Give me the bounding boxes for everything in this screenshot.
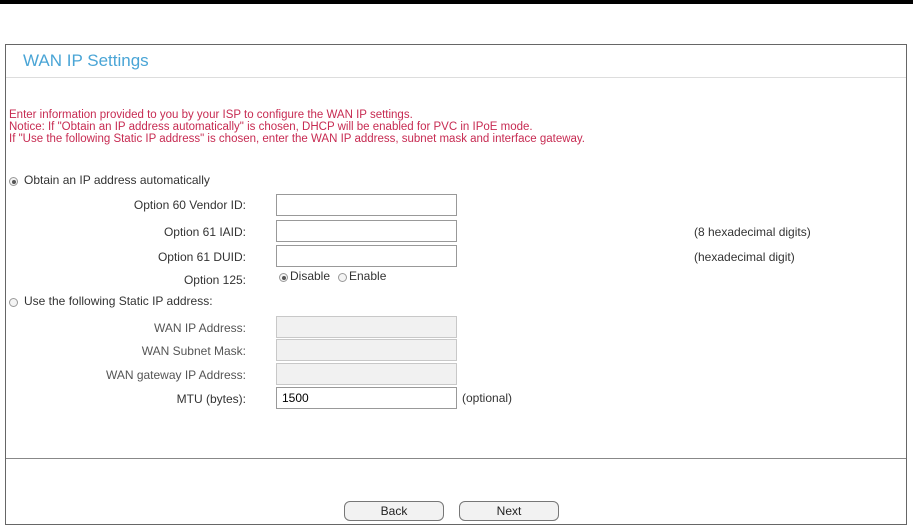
- gateway-label: WAN gateway IP Address:: [105, 368, 246, 382]
- page-title: WAN IP Settings: [23, 51, 149, 70]
- option60-vendor-id-input[interactable]: [276, 194, 457, 216]
- option61-duid-input[interactable]: [276, 245, 457, 267]
- mtu-hint: (optional): [462, 391, 513, 405]
- wan-ip-label: WAN IP Address:: [153, 321, 246, 335]
- back-button[interactable]: Back: [344, 501, 444, 521]
- title-divider: [6, 77, 906, 78]
- notice-line-2: Notice: If "Obtain an IP address automat…: [9, 121, 533, 133]
- option61-iaid-input[interactable]: [276, 220, 457, 242]
- wan-gateway-ip-input[interactable]: [276, 363, 457, 385]
- auto-ip-radio[interactable]: [9, 177, 18, 186]
- mtu-label: MTU (bytes):: [176, 392, 246, 406]
- option125-disable-label: Disable: [290, 269, 331, 283]
- static-ip-label: Use the following Static IP address:: [24, 294, 213, 308]
- wan-subnet-mask-input[interactable]: [276, 339, 457, 361]
- option60-label: Option 60 Vendor ID:: [133, 198, 246, 212]
- static-ip-radio[interactable]: [9, 298, 18, 307]
- mtu-input[interactable]: [276, 387, 457, 409]
- notice-line-3: If "Use the following Static IP address"…: [9, 133, 586, 145]
- auto-ip-label: Obtain an IP address automatically: [24, 173, 210, 187]
- bottom-divider: [6, 458, 906, 459]
- option125-enable-radio[interactable]: [338, 273, 347, 282]
- wan-ip-address-input[interactable]: [276, 316, 457, 338]
- option125-disable-radio[interactable]: [279, 273, 288, 282]
- option61-duid-label: Option 61 DUID:: [157, 250, 246, 264]
- next-button[interactable]: Next: [459, 501, 559, 521]
- option61-iaid-label: Option 61 IAID:: [163, 225, 246, 239]
- option125-enable-label: Enable: [349, 269, 387, 283]
- option125-label: Option 125:: [183, 273, 246, 287]
- notice-line-1: Enter information provided to you by you…: [9, 109, 413, 121]
- option61-iaid-hint: (8 hexadecimal digits): [694, 225, 811, 239]
- option61-duid-hint: (hexadecimal digit): [694, 250, 795, 264]
- wan-ip-settings-panel: WAN IP Settings Enter information provid…: [5, 44, 907, 525]
- top-bar: [0, 0, 913, 4]
- subnet-mask-label: WAN Subnet Mask:: [141, 344, 246, 358]
